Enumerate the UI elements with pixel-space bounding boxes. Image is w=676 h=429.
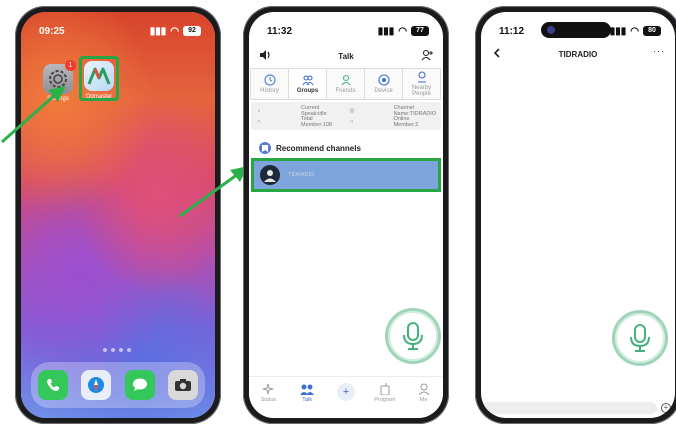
nav-add[interactable]: + <box>331 383 361 401</box>
friend-icon <box>341 74 350 86</box>
signal-icon: ▮▮▮ <box>377 25 395 37</box>
camera-dot-icon <box>547 26 555 34</box>
messages-icon <box>132 378 147 391</box>
plus-icon: + <box>663 403 669 412</box>
phone-talk-screen: 11:32 ▮▮▮ ◠ 77 Talk History Groups Frien… <box>243 6 449 424</box>
tab-groups[interactable]: Groups <box>288 68 327 100</box>
push-to-talk-button[interactable] <box>385 308 441 364</box>
odmaster-app-icon[interactable] <box>84 61 114 91</box>
status-icons: ▮▮▮ ◠ 80 <box>610 26 661 37</box>
tab-device[interactable]: Device <box>364 68 403 100</box>
tab-label: Nearby People <box>411 85 432 97</box>
nav-talk[interactable]: Talk <box>292 383 322 403</box>
page-dots <box>103 348 131 352</box>
person-icon <box>418 383 429 395</box>
online-members: Online Member:2 <box>393 115 419 128</box>
status-time: 11:12 <box>499 25 525 37</box>
total-members: Total Member:108 <box>301 115 332 128</box>
signal-icon: ▮▮▮ <box>609 25 627 37</box>
user-avatar-icon <box>264 170 276 182</box>
phone-icon <box>46 379 59 391</box>
battery-icon: 80 <box>643 26 661 36</box>
battery-icon: 77 <box>411 26 429 36</box>
talk-icon <box>300 384 315 395</box>
nav-label: Me <box>419 397 428 403</box>
status-time: 09:25 <box>39 25 65 37</box>
push-to-talk-button[interactable] <box>612 310 668 366</box>
mic-small-icon: ♁ <box>257 107 262 114</box>
channel-row-tidradio[interactable]: TIDRADIO <box>251 158 441 192</box>
status-bar: 11:32 ▮▮▮ ◠ 77 <box>267 24 429 38</box>
status-bar: 09:25 ▮▮▮ ◠ 92 <box>39 24 201 38</box>
tab-label: History <box>260 88 279 94</box>
talk-screen: 11:32 ▮▮▮ ◠ 77 Talk History Groups Frien… <box>249 12 443 418</box>
talk-tabs: History Groups Friends Device Nearby Peo… <box>250 68 441 100</box>
program-icon <box>380 383 390 395</box>
signal-icon: ▮▮▮ <box>149 25 167 37</box>
status-icon <box>263 383 274 395</box>
status-icons: ▮▮▮ ◠ 92 <box>150 26 201 37</box>
channel-row-name: TIDRADIO <box>288 172 315 178</box>
tab-label: Friends <box>335 88 356 94</box>
nav-me[interactable]: Me <box>409 383 439 403</box>
bottom-navigation: Status Talk + Program Me <box>249 376 443 418</box>
tab-friends[interactable]: Friends <box>326 68 365 100</box>
device-icon <box>377 74 390 86</box>
page-title: TIDRADIO <box>558 50 598 59</box>
tutorial-stage: 09:25 ▮▮▮ ◠ 92 1 Settings <box>0 0 676 429</box>
dynamic-island <box>541 22 611 38</box>
nav-label: Status <box>260 397 277 403</box>
plus-icon: + <box>336 383 355 401</box>
camera-icon <box>175 379 192 391</box>
section-title: Recommend channels <box>276 143 361 153</box>
nav-program[interactable]: Program <box>370 383 400 403</box>
message-input[interactable] <box>483 402 657 414</box>
tab-label: Groups <box>296 88 319 94</box>
odmaster-app-label: Odmaster <box>85 94 113 100</box>
nav-label: Program <box>374 397 396 403</box>
nav-status[interactable]: Status <box>253 383 283 403</box>
channel-screen: 11:12 ▮▮▮ ◠ 80 TIDRADIO ··· + <box>481 12 675 418</box>
safari-app-icon[interactable] <box>81 370 112 400</box>
messages-app-icon[interactable] <box>124 370 155 400</box>
group-icon <box>302 75 313 86</box>
channel-small-icon: ◎ <box>349 107 355 114</box>
status-icons: ▮▮▮ ◠ 77 <box>378 26 429 37</box>
speaker-icon[interactable] <box>259 49 271 61</box>
wifi-icon: ◠ <box>170 25 179 37</box>
status-time: 11:32 <box>267 25 293 37</box>
section-header: Recommend channels <box>259 142 361 154</box>
dock <box>31 362 205 408</box>
microphone-icon <box>630 324 650 352</box>
page-title: Talk <box>338 51 354 61</box>
headset-icon: ∩ <box>349 118 354 125</box>
wifi-icon: ◠ <box>630 25 639 37</box>
tab-nearby-people[interactable]: Nearby People <box>402 68 441 100</box>
tab-label: Device <box>374 88 393 94</box>
bookmark-icon <box>259 142 271 154</box>
phone-app-icon[interactable] <box>37 370 68 400</box>
camera-app-icon[interactable] <box>168 370 199 400</box>
microphone-icon <box>403 322 423 350</box>
nav-label: Talk <box>302 397 313 403</box>
safari-icon <box>88 377 105 393</box>
avatar <box>260 165 280 185</box>
wifi-icon: ◠ <box>398 25 407 37</box>
phone-channel-screen: 11:12 ▮▮▮ ◠ 80 TIDRADIO ··· + <box>475 6 676 424</box>
battery-icon: 92 <box>183 26 201 36</box>
tab-history[interactable]: History <box>250 68 289 100</box>
arrow-indicator <box>1 86 66 144</box>
headset-icon: ∩ <box>257 118 261 125</box>
location-person-icon <box>417 71 426 83</box>
clock-icon <box>263 74 276 86</box>
more-button[interactable]: ··· <box>653 46 665 56</box>
add-contact-icon[interactable] <box>421 49 433 61</box>
odmaster-logo-icon <box>87 67 111 85</box>
arrow-indicator <box>179 166 248 218</box>
title-bar: Talk <box>249 46 443 66</box>
add-attachment-button[interactable]: + <box>661 403 671 413</box>
channel-info-panel: ♁ Current Speak:idle ◎ Channel Name:TIDRAD… <box>251 102 441 130</box>
